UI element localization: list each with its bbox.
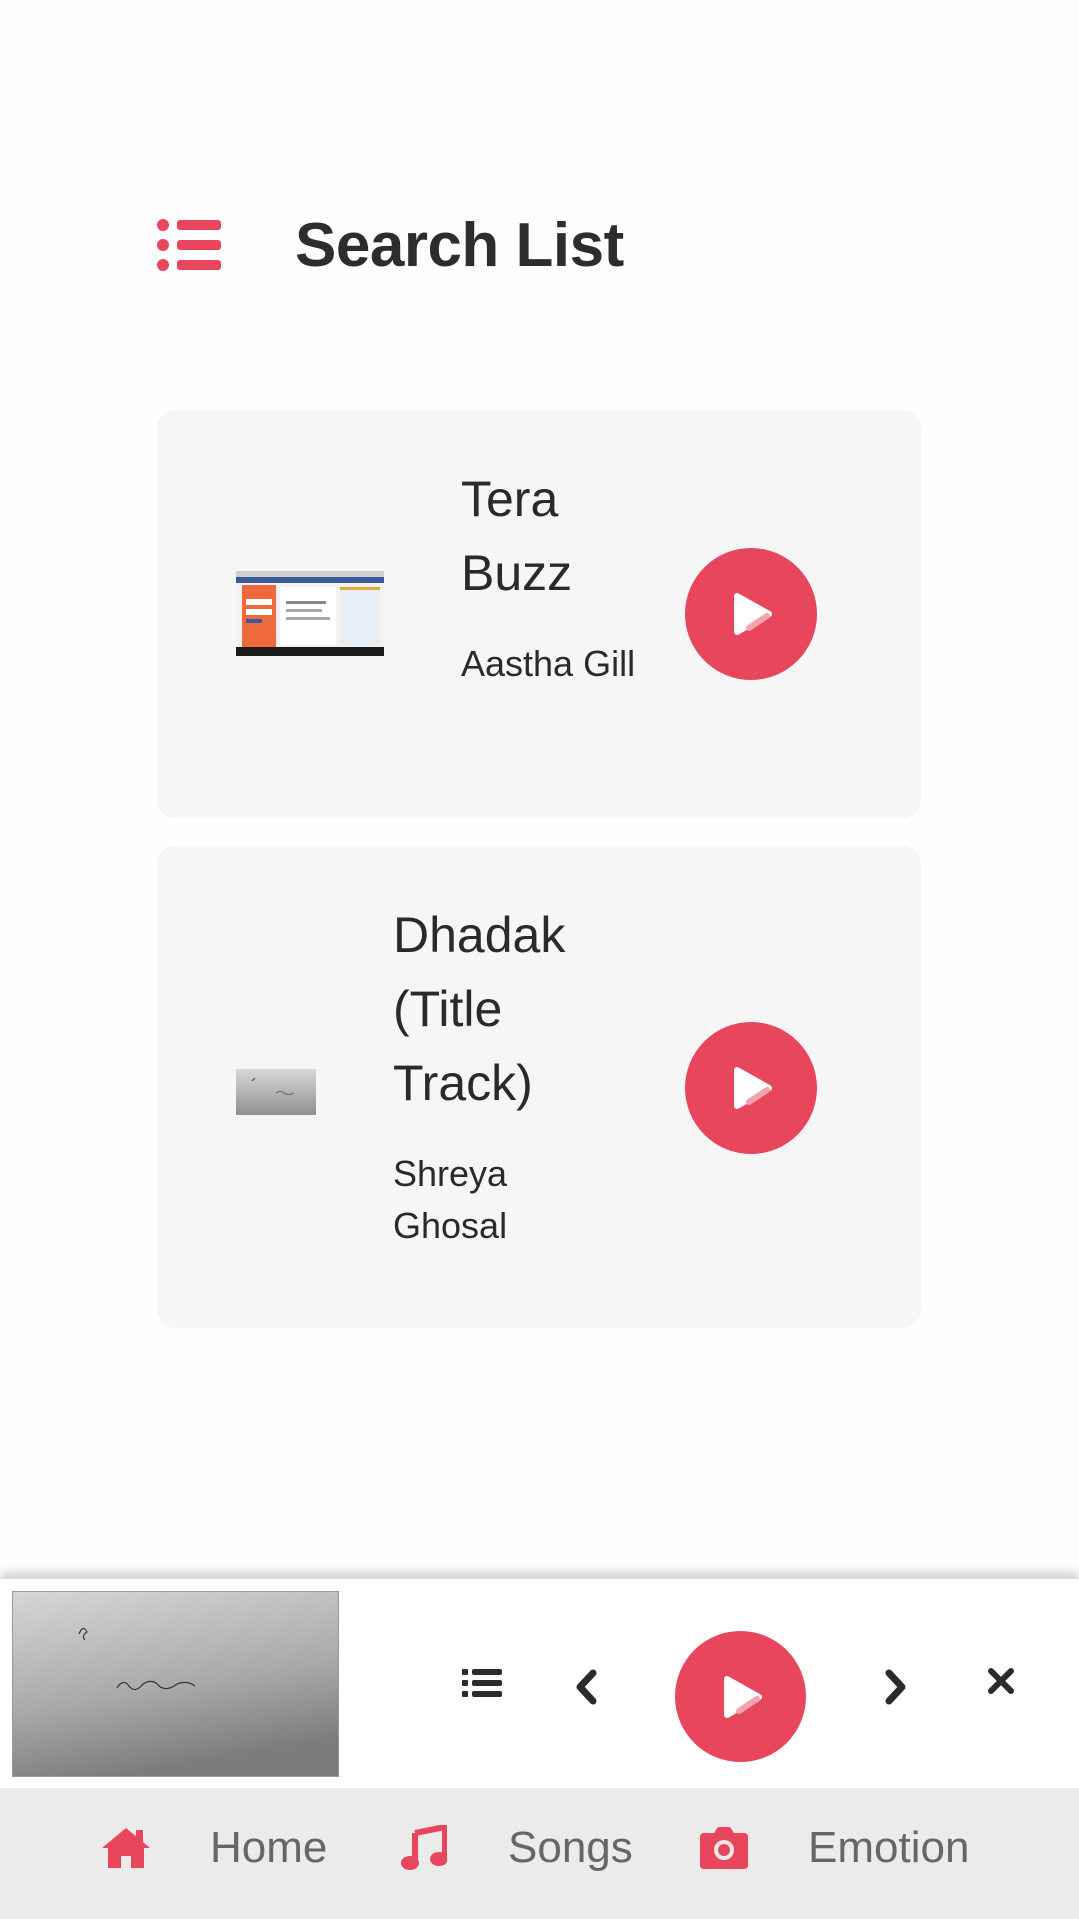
nav-label-emotion: Emotion bbox=[808, 1823, 970, 1872]
music-note-icon bbox=[396, 1823, 452, 1873]
camera-icon bbox=[696, 1823, 752, 1873]
previous-button[interactable] bbox=[566, 1663, 606, 1711]
chevron-left-icon bbox=[576, 1669, 597, 1705]
song-thumbnail bbox=[236, 1069, 316, 1115]
queue-button[interactable] bbox=[458, 1659, 506, 1707]
list-icon[interactable] bbox=[157, 219, 221, 271]
mini-player bbox=[0, 1578, 1079, 1788]
page-header: Search List bbox=[157, 200, 917, 290]
song-thumbnail bbox=[236, 571, 384, 656]
home-icon bbox=[98, 1823, 154, 1873]
next-button[interactable] bbox=[876, 1663, 916, 1711]
close-icon bbox=[988, 1668, 1014, 1694]
nav-item-home[interactable]: Home bbox=[98, 1788, 327, 1908]
nav-label-songs: Songs bbox=[508, 1823, 633, 1872]
nav-item-songs[interactable]: Songs bbox=[396, 1788, 633, 1908]
song-artist: Aastha Gill bbox=[461, 643, 636, 684]
play-button[interactable] bbox=[685, 1022, 817, 1154]
play-icon bbox=[734, 1067, 772, 1109]
chevron-right-icon bbox=[885, 1669, 906, 1705]
play-icon bbox=[734, 593, 772, 635]
now-playing-artwork[interactable] bbox=[12, 1591, 339, 1777]
nav-label-home: Home bbox=[210, 1823, 328, 1872]
nav-item-emotion[interactable]: Emotion bbox=[696, 1788, 969, 1908]
bottom-nav: Home Songs Emotion bbox=[0, 1788, 1079, 1919]
song-card[interactable]: Dhadak (Title Track) Shreya Ghosal bbox=[157, 846, 921, 1328]
player-play-button[interactable] bbox=[675, 1631, 806, 1762]
song-artist: Shreya Ghosal bbox=[393, 1153, 508, 1246]
page-title: Search List bbox=[295, 210, 624, 280]
close-player-button[interactable] bbox=[981, 1657, 1021, 1705]
play-button[interactable] bbox=[685, 548, 817, 680]
song-title: Tera Buzz bbox=[461, 471, 573, 601]
list-icon bbox=[462, 1669, 502, 1697]
song-card[interactable]: Tera Buzz Aastha Gill bbox=[157, 410, 921, 818]
play-icon bbox=[723, 1675, 762, 1718]
song-title: Dhadak (Title Track) bbox=[393, 907, 566, 1111]
